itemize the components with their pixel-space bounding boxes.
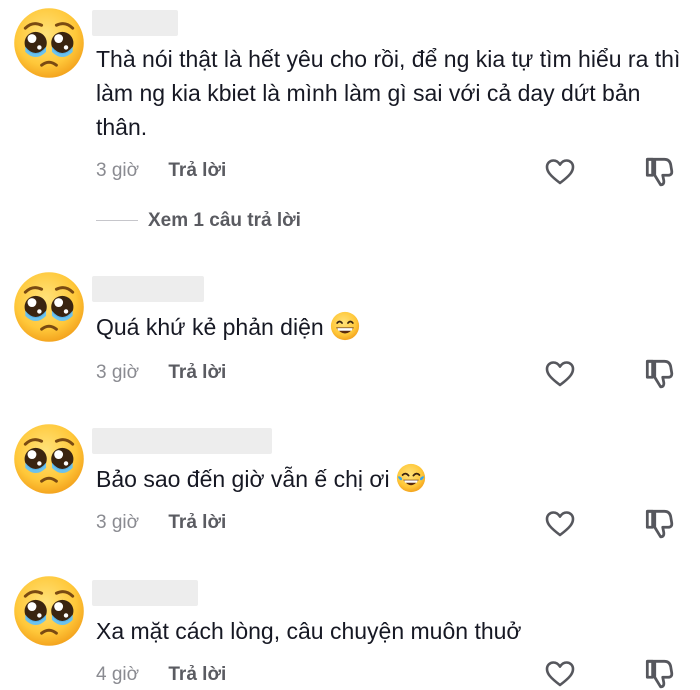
like-button[interactable] xyxy=(544,508,576,540)
avatar[interactable] xyxy=(12,270,86,344)
heart-outline-icon xyxy=(544,508,576,540)
avatar[interactable] xyxy=(12,6,86,80)
comment-time: 3 giờ xyxy=(96,160,140,181)
comment-text: Thà nói thật là hết yêu cho rồi, để ng k… xyxy=(96,46,681,140)
comment-meta: 3 giờ Trả lời xyxy=(96,358,226,388)
avatar[interactable] xyxy=(12,574,86,648)
view-replies-label: Xem 1 câu trả lời xyxy=(148,210,301,231)
pleading-face-icon xyxy=(12,574,86,648)
comment-time: 3 giờ xyxy=(96,512,140,533)
username-redacted xyxy=(92,276,204,302)
comment-meta: 3 giờ Trả lời xyxy=(96,508,226,538)
heart-outline-icon xyxy=(544,156,576,188)
comment-time: 4 giờ xyxy=(96,664,140,685)
username-redacted xyxy=(92,428,272,454)
dislike-button[interactable] xyxy=(642,506,676,540)
reply-button[interactable]: Trả lời xyxy=(168,664,226,685)
username-redacted xyxy=(92,580,198,606)
like-button[interactable] xyxy=(544,156,576,188)
comment-meta: 4 giờ Trả lời xyxy=(96,660,226,690)
grinning-face-icon xyxy=(330,311,360,341)
pleading-face-icon xyxy=(12,270,86,344)
tears-of-joy-icon xyxy=(396,463,426,493)
thumbs-down-icon xyxy=(642,154,676,188)
comment-time: 3 giờ xyxy=(96,362,140,383)
thumbs-down-icon xyxy=(642,506,676,540)
dislike-button[interactable] xyxy=(642,656,676,690)
divider-line xyxy=(96,220,138,222)
avatar[interactable] xyxy=(12,422,86,496)
reply-button[interactable]: Trả lời xyxy=(168,512,226,533)
comment-text-content: Quá khứ kẻ phản diện xyxy=(96,314,324,340)
comment-text: Bảo sao đến giờ vẫn ế chị ơi xyxy=(96,462,686,496)
view-replies-button[interactable]: Xem 1 câu trả lời xyxy=(96,206,301,236)
comment-text-content: Bảo sao đến giờ vẫn ế chị ơi xyxy=(96,466,390,492)
like-button[interactable] xyxy=(544,658,576,690)
heart-outline-icon xyxy=(544,658,576,690)
dislike-button[interactable] xyxy=(642,356,676,390)
comment-text: Xa mặt cách lòng, câu chuyện muôn thuở xyxy=(96,618,522,644)
pleading-face-icon xyxy=(12,6,86,80)
comment-meta: 3 giờ Trả lời xyxy=(96,156,226,186)
pleading-face-icon xyxy=(12,422,86,496)
thumbs-down-icon xyxy=(642,656,676,690)
username-redacted xyxy=(92,10,178,36)
comment-text: Quá khứ kẻ phản diện xyxy=(96,310,686,344)
reply-button[interactable]: Trả lời xyxy=(168,362,226,383)
like-button[interactable] xyxy=(544,358,576,390)
thumbs-down-icon xyxy=(642,356,676,390)
reply-button[interactable]: Trả lời xyxy=(168,160,226,181)
dislike-button[interactable] xyxy=(642,154,676,188)
heart-outline-icon xyxy=(544,358,576,390)
